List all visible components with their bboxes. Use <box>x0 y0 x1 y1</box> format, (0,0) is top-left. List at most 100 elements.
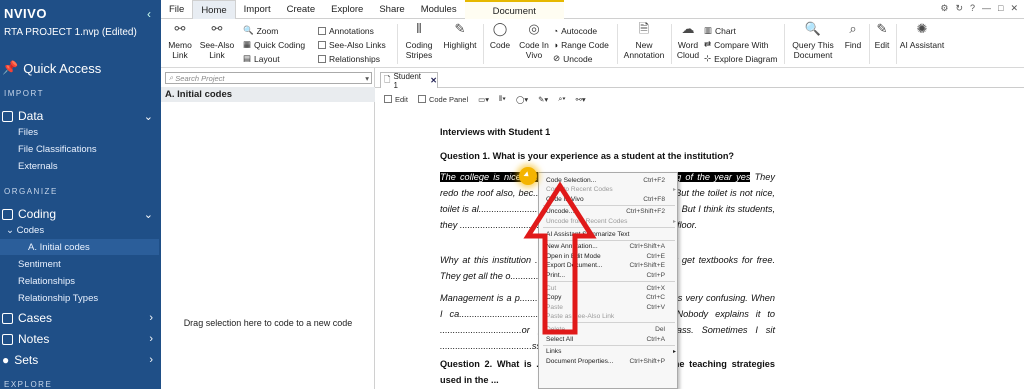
sidebar-item-files[interactable]: Files <box>0 124 159 140</box>
settings-icon[interactable]: ⚙ <box>940 3 948 14</box>
see-also-link-label: See-Also Link <box>199 40 235 60</box>
document-tabbar: 🗋 Student 1 ✕ <box>375 72 1024 90</box>
code-panel-checkbox[interactable]: Code Panel <box>417 95 468 104</box>
menu-item-shortcut: Ctrl+P <box>646 271 665 279</box>
menu-item-shortcut: Del <box>655 325 665 333</box>
tab-file[interactable]: File <box>161 0 192 19</box>
binoculars-icon: ⌕ <box>849 21 857 36</box>
compare-icon: ⇄ <box>704 39 712 49</box>
tab-modules[interactable]: Modules <box>413 0 465 19</box>
sidebar-item-sentiment[interactable]: Sentiment <box>0 256 159 272</box>
compare-with-button[interactable]: ⇄ Compare With <box>704 38 768 51</box>
refresh-icon[interactable]: ↻ <box>955 3 963 14</box>
relationships-checkbox[interactable]: Relationships <box>318 52 380 65</box>
coding-stripes-button[interactable]: ⦀ Coding Stripes <box>402 22 436 60</box>
link-icon[interactable]: ⚯▾ <box>576 95 586 104</box>
sidebar-item-sets[interactable]: ● Sets › <box>2 351 161 369</box>
nvivo-logo: NVIVO <box>4 6 47 21</box>
link-icon: ⚯ <box>211 21 223 36</box>
maximize-icon[interactable]: □ <box>998 3 1003 14</box>
zoom-button[interactable]: 🔍 Zoom <box>243 24 278 37</box>
quick-access-item[interactable]: 📌 Quick Access <box>2 57 161 79</box>
layout-button[interactable]: ▤ Layout <box>243 52 280 65</box>
drag-hint[interactable]: Drag selection here to code to a new cod… <box>161 318 375 328</box>
sets-icon: ● <box>2 353 10 367</box>
find-button[interactable]: ⌕ Find <box>840 21 866 50</box>
range-code-button[interactable]: ◑ Range Code <box>553 38 609 51</box>
sidebar-item-data[interactable]: Data ⌄ <box>2 107 161 125</box>
code-in-vivo-button[interactable]: ◎ Code In Vivo <box>517 22 551 60</box>
tab-home[interactable]: Home <box>192 0 236 19</box>
checkbox-icon <box>318 26 326 35</box>
edit-button[interactable]: ✎ Edit <box>871 22 893 50</box>
comment-icon[interactable]: ▭▾ <box>478 95 489 104</box>
annotations-label: Annotations <box>329 25 374 36</box>
see-also-link-button[interactable]: ⚯ See-Also Link <box>198 21 236 60</box>
close-icon[interactable]: ✕ <box>1010 3 1018 14</box>
sidebar-item-coding[interactable]: Coding ⌄ <box>2 205 161 223</box>
zoom-icon[interactable]: ⌕▾ <box>558 94 565 104</box>
tab-import[interactable]: Import <box>236 0 279 19</box>
menu-item-label: Document Properties... <box>546 357 614 365</box>
sidebar-item-initial-codes[interactable]: A. Initial codes <box>0 239 159 255</box>
tab-create[interactable]: Create <box>279 0 324 19</box>
annotation-icon: 🗎 <box>638 21 650 36</box>
quick-coding-button[interactable]: ▦ Quick Coding <box>243 38 305 51</box>
tab-document[interactable]: Document <box>464 0 564 19</box>
section-organize: ORGANIZE <box>4 187 58 196</box>
edit-checkbox-label: Edit <box>395 94 408 104</box>
window-controls: ⚙ ↻ ? — □ ✕ <box>940 3 1018 14</box>
layout-icon: ▤ <box>243 53 252 63</box>
memo-link-button[interactable]: ⚯ Memo Link <box>165 22 195 60</box>
sidebar-item-externals[interactable]: Externals <box>0 158 159 174</box>
section-import: IMPORT <box>4 89 44 98</box>
collapse-sidebar-icon[interactable]: ‹ <box>147 7 151 21</box>
chart-button[interactable]: ▥ Chart <box>704 24 736 37</box>
search-input[interactable]: ⌕ Search Project ▾ <box>165 72 372 84</box>
menu-item-shortcut: Ctrl+Shift+F2 <box>626 208 665 216</box>
uncode-icon: ⊘ <box>553 53 561 63</box>
document-icon: 🗋 <box>384 74 391 84</box>
tab-explore[interactable]: Explore <box>323 0 371 19</box>
layout-label: Layout <box>254 53 280 64</box>
help-icon[interactable]: ? <box>970 3 975 14</box>
chart-label: Chart <box>715 25 736 36</box>
chart-icon: ▥ <box>704 25 713 35</box>
sidebar-item-notes[interactable]: Notes › <box>2 330 161 348</box>
edit-checkbox[interactable]: Edit <box>384 95 408 104</box>
query-this-document-button[interactable]: 🔍 Query This Document <box>788 22 838 60</box>
sidebar-item-cases[interactable]: Cases › <box>2 309 161 327</box>
stripes-icon[interactable]: ⦀▾ <box>499 94 506 104</box>
document-title: Interviews with Student 1 <box>440 127 551 137</box>
minimize-icon[interactable]: — <box>982 3 991 14</box>
highlighter-icon[interactable]: ✎▾ <box>538 95 548 104</box>
code-button[interactable]: ◯ Code <box>486 21 514 50</box>
autocode-button[interactable]: ◔ Autocode <box>553 24 597 37</box>
circle-icon[interactable]: ◯▾ <box>516 95 528 104</box>
ribbon-divider <box>896 24 897 64</box>
close-tab-icon[interactable]: ✕ <box>430 76 437 85</box>
menu-item-document-properties[interactable]: Document Properties... Ctrl+Shift+P <box>539 356 677 366</box>
sidebar-item-relationships[interactable]: Relationships <box>0 273 159 289</box>
code-icon: ◯ <box>492 21 508 36</box>
word-cloud-button[interactable]: ☁ Word Cloud <box>674 21 702 60</box>
sidebar-item-codes[interactable]: ⌄ Codes <box>0 222 159 238</box>
selected-text[interactable]: The college is nice <box>440 172 525 182</box>
see-also-links-checkbox[interactable]: See-Also Links <box>318 38 386 51</box>
sidebar-item-relationship-types[interactable]: Relationship Types <box>0 290 159 306</box>
new-annotation-button[interactable]: 🗎 New Annotation <box>621 21 667 60</box>
code-in-vivo-label: Code In Vivo <box>519 40 549 60</box>
sidebar-item-file-classifications[interactable]: File Classifications <box>0 141 159 157</box>
menu-item-links[interactable]: Links ▸ <box>539 347 677 357</box>
uncode-button[interactable]: ⊘ Uncode <box>553 52 592 65</box>
document-tab[interactable]: 🗋 Student 1 ✕ <box>380 72 438 90</box>
annotations-checkbox[interactable]: Annotations <box>318 24 374 37</box>
highlight-button[interactable]: ✎ Highlight <box>440 22 480 50</box>
notes-icon <box>2 333 13 345</box>
explore-diagram-button[interactable]: ⊹ Explore Diagram <box>704 52 777 65</box>
tab-share[interactable]: Share <box>371 0 412 19</box>
cloud-icon: ☁ <box>681 21 695 36</box>
checkbox-icon <box>417 95 426 103</box>
chevron-down-icon[interactable]: ▾ <box>365 74 369 83</box>
ai-assistant-button[interactable]: ✺ AI Assistant <box>899 22 945 50</box>
